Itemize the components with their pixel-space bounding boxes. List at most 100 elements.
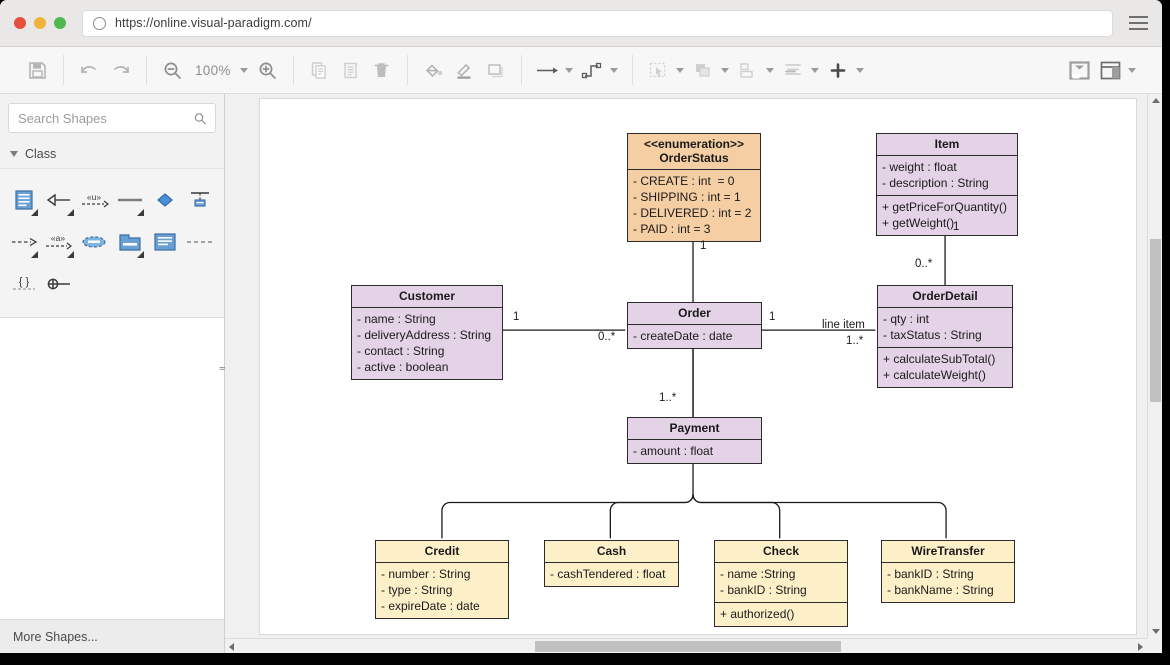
shape-abstraction[interactable]: «a» <box>41 225 76 259</box>
connector-group <box>522 47 632 93</box>
class-stereotype: <<enumeration>> <box>644 137 744 151</box>
section-label: Class <box>25 147 56 161</box>
class-box-orderstatus[interactable]: <<enumeration>> OrderStatus - CREATE : i… <box>627 133 761 242</box>
shape-association-class[interactable] <box>183 183 218 217</box>
attribute-row: - number : String <box>381 566 503 582</box>
arrange-icon[interactable] <box>688 55 719 86</box>
zoom-dropdown-caret[interactable] <box>240 68 248 73</box>
shape-expand-corner[interactable] <box>137 209 144 216</box>
attribute-row: - description : String <box>882 175 1012 191</box>
file-group <box>12 47 63 93</box>
vertical-scroll-thumb[interactable] <box>1150 239 1161 402</box>
arrow-style-caret[interactable] <box>565 68 573 73</box>
edge-branch-cash <box>610 495 693 539</box>
horizontal-scroll-thumb[interactable] <box>535 641 841 652</box>
layout-panel-icon[interactable] <box>1095 55 1126 86</box>
zoom-in-icon[interactable] <box>252 55 283 86</box>
attribute-row: - taxStatus : String <box>883 327 1007 343</box>
shape-package[interactable] <box>112 225 147 259</box>
search-icon <box>194 111 206 126</box>
zoom-level-label[interactable]: 100% <box>188 63 238 78</box>
operation-row: + getWeight() <box>882 215 1012 231</box>
shape-expand-corner[interactable] <box>137 251 144 258</box>
distribute-icon[interactable] <box>733 55 764 86</box>
arrow-connector-icon[interactable] <box>532 55 563 86</box>
shape-expand-corner[interactable] <box>31 251 38 258</box>
class-box-order[interactable]: Order - createDate : date <box>627 302 762 349</box>
shape-constraint[interactable]: { } <box>6 267 41 301</box>
chevron-down-icon <box>10 151 18 157</box>
copy-icon[interactable] <box>304 55 335 86</box>
class-box-payment[interactable]: Payment - amount : float <box>627 417 762 464</box>
class-box-customer[interactable]: Customer - name : String - deliveryAddre… <box>351 285 503 380</box>
section-header-class[interactable]: Class <box>0 141 224 169</box>
more-shapes-button[interactable]: More Shapes... <box>0 619 224 653</box>
align-icon[interactable] <box>778 55 809 86</box>
hamburger-menu-icon[interactable] <box>1129 16 1148 30</box>
panel-group <box>1054 47 1150 93</box>
shape-expand-corner[interactable] <box>67 209 74 216</box>
shape-expand-corner[interactable] <box>31 209 38 216</box>
class-box-orderdetail[interactable]: OrderDetail - qty : int - taxStatus : St… <box>877 285 1013 388</box>
zoom-out-icon[interactable] <box>157 55 188 86</box>
attribute-row: - weight : float <box>882 159 1012 175</box>
shape-expand-corner[interactable] <box>67 251 74 258</box>
shape-usage-stereotype[interactable]: «u» <box>77 183 112 217</box>
waypoint-style-caret[interactable] <box>610 68 618 73</box>
paste-icon[interactable] <box>335 55 366 86</box>
scroll-left-arrow-icon[interactable] <box>229 643 234 651</box>
align-caret[interactable] <box>811 68 819 73</box>
undo-icon[interactable] <box>74 55 105 86</box>
fit-page-icon[interactable] <box>1064 55 1095 86</box>
layout-panel-caret[interactable] <box>1128 68 1136 73</box>
shape-instance-specification[interactable] <box>147 225 182 259</box>
attribute-row: - qty : int <box>883 311 1007 327</box>
shape-collaboration[interactable] <box>77 225 112 259</box>
scroll-up-arrow-icon[interactable] <box>1152 98 1160 103</box>
shape-port[interactable] <box>41 267 76 301</box>
scroll-right-arrow-icon[interactable] <box>1138 643 1143 651</box>
style-group <box>408 47 521 93</box>
shape-association[interactable] <box>112 183 147 217</box>
minimize-window-button[interactable] <box>34 17 46 29</box>
class-box-item[interactable]: Item - weight : float - description : St… <box>876 133 1018 236</box>
select-icon[interactable] <box>643 55 674 86</box>
class-box-cash[interactable]: Cash - cashTendered : float <box>544 540 679 587</box>
fill-color-icon[interactable] <box>418 55 449 86</box>
class-box-wiretransfer[interactable]: WireTransfer - bankID : String - bankNam… <box>881 540 1015 603</box>
close-window-button[interactable] <box>14 17 26 29</box>
shape-dependency[interactable] <box>6 225 41 259</box>
maximize-window-button[interactable] <box>54 17 66 29</box>
class-attributes-wiretransfer: - bankID : String - bankName : String <box>882 562 1014 602</box>
distribute-caret[interactable] <box>766 68 774 73</box>
class-attributes-cash: - cashTendered : float <box>545 562 678 586</box>
search-shapes-box[interactable] <box>8 103 216 133</box>
address-bar[interactable]: https://online.visual-paradigm.com/ <box>82 10 1113 37</box>
waypoint-connector-icon[interactable] <box>577 55 608 86</box>
class-box-check[interactable]: Check - name :String - bankID : String +… <box>714 540 848 627</box>
shape-class[interactable] <box>6 183 41 217</box>
scroll-down-arrow-icon[interactable] <box>1152 629 1160 634</box>
plus-caret[interactable] <box>856 68 864 73</box>
plus-icon[interactable] <box>823 55 854 86</box>
label-line-item: line item <box>822 319 865 331</box>
class-title-wiretransfer: WireTransfer <box>882 541 1014 562</box>
line-color-icon[interactable] <box>449 55 480 86</box>
arrange-caret[interactable] <box>721 68 729 73</box>
save-icon[interactable] <box>22 55 53 86</box>
shape-aggregation[interactable] <box>147 183 182 217</box>
shape-generalization[interactable] <box>41 183 76 217</box>
shapes-sidebar: Class «u» <box>0 94 225 653</box>
class-attributes-credit: - number : String - type : String - expi… <box>376 562 508 618</box>
redo-icon[interactable] <box>105 55 136 86</box>
reload-icon[interactable] <box>93 17 106 30</box>
search-input[interactable] <box>18 111 194 126</box>
class-box-credit[interactable]: Credit - number : String - type : String… <box>375 540 509 619</box>
shadow-icon[interactable] <box>480 55 511 86</box>
vertical-scrollbar[interactable] <box>1147 94 1162 638</box>
horizontal-scrollbar[interactable] <box>225 638 1147 653</box>
trash-icon[interactable] <box>366 55 397 86</box>
shape-anchor[interactable] <box>183 225 218 259</box>
diagram-canvas[interactable]: <<enumeration>> OrderStatus - CREATE : i… <box>225 94 1162 653</box>
select-caret[interactable] <box>676 68 684 73</box>
